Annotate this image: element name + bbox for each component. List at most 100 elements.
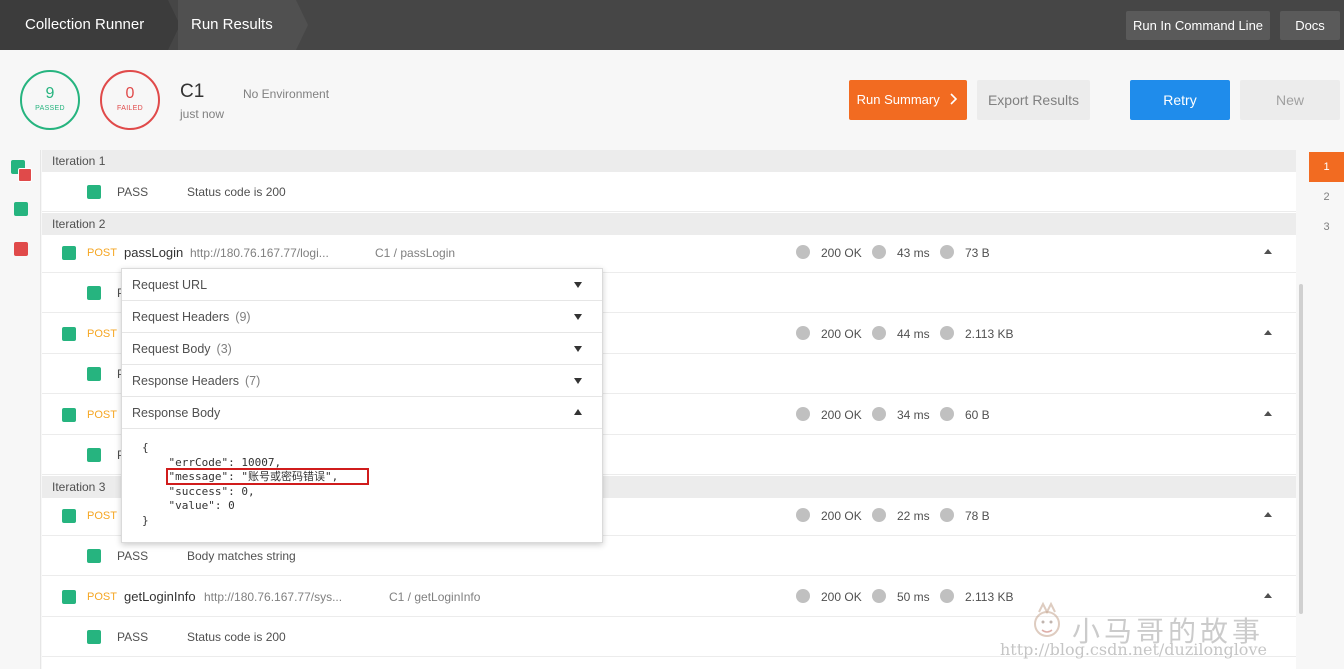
pass-icon [62,327,76,341]
pager-iteration-2[interactable]: 2 [1309,182,1344,212]
section-label: Request Body [132,342,211,356]
chevron-down-icon [574,378,582,384]
response-size: 60 B [965,408,990,422]
export-results-button[interactable]: Export Results [977,80,1090,120]
passed-counter: 9 PASSED [20,70,80,130]
response-time: 44 ms [897,327,930,341]
time-icon [872,326,886,340]
docs-button[interactable]: Docs [1280,11,1340,40]
response-time: 50 ms [897,590,930,604]
iteration-status-column [0,150,41,669]
status-icon [796,245,810,259]
section-label: Response Body [132,406,221,420]
response-time: 22 ms [897,509,930,523]
scrollbar-thumb[interactable] [1299,284,1303,614]
breadcrumb-collection-runner[interactable]: Collection Runner [0,0,180,50]
pass-icon [87,185,101,199]
highlight-annotation-box [166,468,369,485]
chevron-down-icon [574,346,582,352]
request-path: C1 / passLogin [375,246,456,260]
run-summary-button[interactable]: Run Summary [849,80,967,120]
chevron-down-icon [574,282,582,288]
pass-icon [87,448,101,462]
test-status: PASS [117,630,149,644]
top-bar: Collection Runner Run Results Run In Com… [0,0,1344,50]
run-summary-label: Run Summary [856,92,940,107]
response-body-section[interactable]: Response Body [122,397,602,429]
response-size: 2.113 KB [965,327,1014,341]
pager-iteration-1[interactable]: 1 [1309,152,1344,182]
method-badge: POST [87,328,117,340]
iteration-1-fail-icon[interactable] [18,168,32,182]
iteration-header-1: Iteration 1 [42,150,1296,172]
request-body-section[interactable]: Request Body (3) [122,333,602,365]
size-icon [940,589,954,603]
test-name: Body matches string [187,549,296,563]
response-size: 73 B [965,246,990,260]
section-count: (3) [216,342,232,356]
section-count: (7) [245,374,261,388]
pass-icon [87,549,101,563]
response-status: 200 OK [821,327,862,341]
iteration-header-2: Iteration 2 [42,213,1296,235]
response-time: 43 ms [897,246,930,260]
collapse-caret-icon[interactable] [1264,411,1272,416]
section-label: Request URL [132,278,208,292]
pager-iteration-3[interactable]: 3 [1309,212,1344,242]
run-header: 9 PASSED 0 FAILED C1 just now No Environ… [0,50,1344,150]
time-icon [872,589,886,603]
pass-icon [62,590,76,604]
pass-icon [87,286,101,300]
method-badge: POST [87,591,117,603]
iteration-3-fail-icon[interactable] [14,242,28,256]
response-status: 200 OK [821,590,862,604]
pass-icon [62,246,76,260]
size-icon [940,407,954,421]
time-icon [872,508,886,522]
pass-icon [87,367,101,381]
chevron-up-icon [574,409,582,415]
failed-label: FAILED [117,105,143,112]
pass-icon [87,630,101,644]
run-in-command-line-button[interactable]: Run In Command Line [1126,11,1270,40]
new-button[interactable]: New [1240,80,1340,120]
section-label: Response Headers [132,374,240,388]
status-icon [796,589,810,603]
response-status: 200 OK [821,246,862,260]
status-icon [796,508,810,522]
method-badge: POST [87,510,117,522]
request-row[interactable]: POST passLogin http://180.76.167.77/logi… [42,233,1296,273]
size-icon [940,326,954,340]
iteration-2-pass-icon[interactable] [14,202,28,216]
request-url-section[interactable]: Request URL [122,269,602,301]
chevron-down-icon [574,314,582,320]
collapse-caret-icon[interactable] [1264,512,1272,517]
breadcrumb-run-results[interactable]: Run Results [178,0,308,50]
passed-label: PASSED [35,105,65,112]
request-name: getLoginInfo [124,589,196,604]
response-size: 78 B [965,509,990,523]
status-icon [796,407,810,421]
passed-count: 9 [45,85,55,102]
test-row: PASS Status code is 200 [42,172,1296,212]
collapse-caret-icon[interactable] [1264,249,1272,254]
method-badge: POST [87,409,117,421]
retry-button[interactable]: Retry [1130,80,1230,120]
request-headers-section[interactable]: Request Headers (9) [122,301,602,333]
response-status: 200 OK [821,509,862,523]
collapse-caret-icon[interactable] [1264,330,1272,335]
size-icon [940,508,954,522]
collapse-caret-icon[interactable] [1264,593,1272,598]
test-status: PASS [117,185,149,199]
environment-label: No Environment [243,87,330,101]
request-url: http://180.76.167.77/sys... [204,590,343,604]
test-name: Status code is 200 [187,630,286,644]
watermark-url: http://blog.csdn.net/duzilonglove [1000,640,1267,659]
request-url: http://180.76.167.77/logi... [190,246,329,260]
failed-count: 0 [125,85,135,102]
pass-icon [62,408,76,422]
request-name: passLogin [124,245,184,260]
run-time: just now [180,107,225,121]
response-headers-section[interactable]: Response Headers (7) [122,365,602,397]
response-size: 2.113 KB [965,590,1014,604]
